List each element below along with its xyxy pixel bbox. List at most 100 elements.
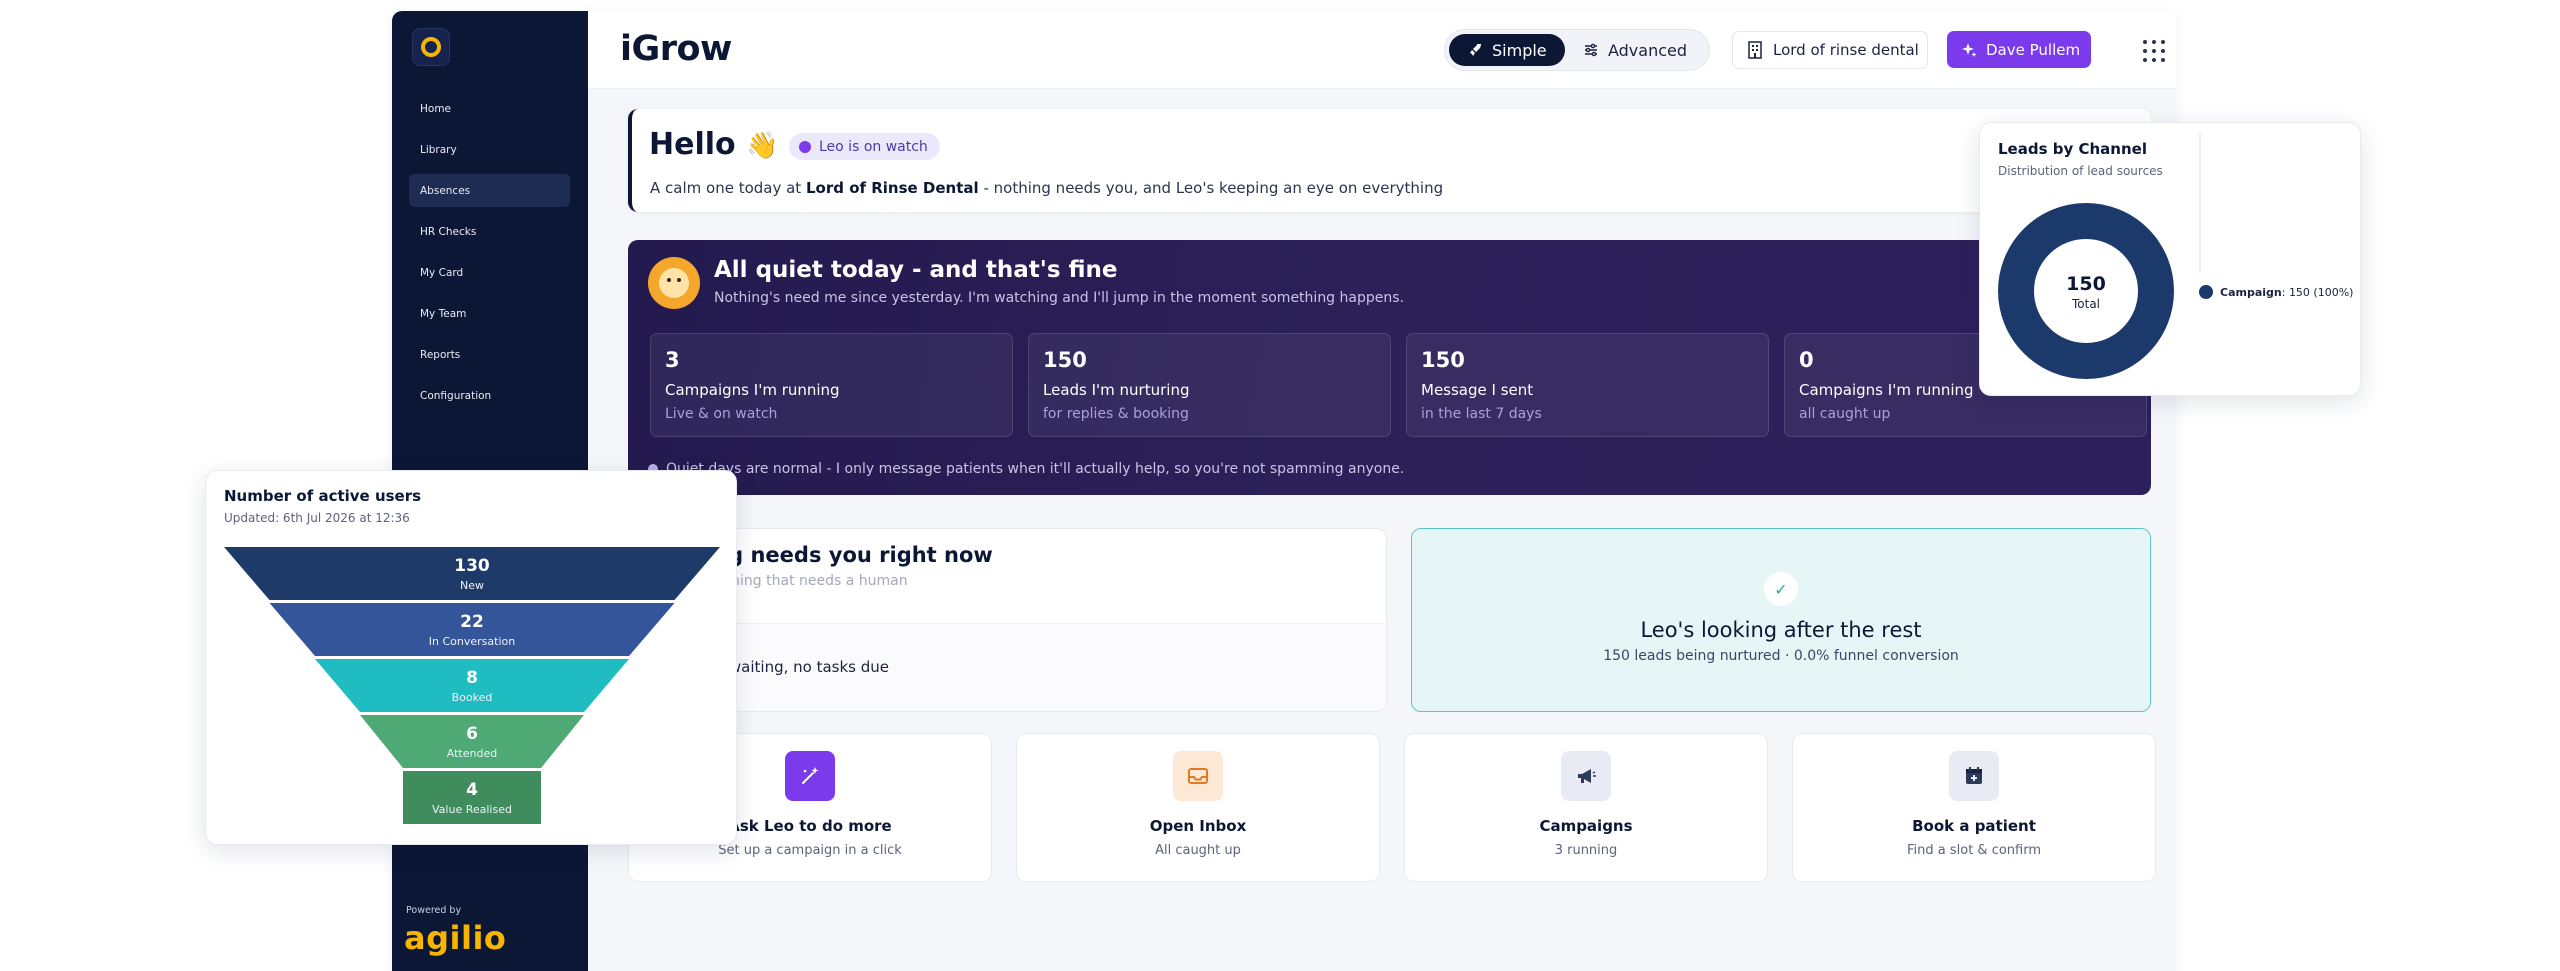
check-icon: ✓ [1764,572,1798,606]
powered-by-label: Powered by [406,905,462,916]
funnel-value-label: 8 [466,668,478,688]
mode-advanced-label: Advanced [1607,40,1687,60]
leo-subtitle: 150 leads being nurtured · 0.0% funnel c… [1603,648,1959,664]
active-users-funnel-card: Number of active users Updated: 6th Jul … [205,470,737,845]
needs-header: Nothing needs you right now I'll flag an… [629,529,1386,623]
user-menu-button[interactable]: Dave Pullem [1947,31,2091,68]
sidebar-item-absences[interactable]: Absences [409,174,570,207]
status-banner: All quiet today - and that's fine Nothin… [628,240,2151,495]
app-title: iGrow [620,29,732,69]
top-bar: iGrow Simple Advanced Lord of rinse dent… [588,11,2176,89]
stat-note: Live & on watch [665,406,778,422]
donut-center-label: Total [2071,297,2100,311]
sidebar-nav: Home Library Absences HR Checks My Card … [409,92,570,420]
sidebar-item-configuration[interactable]: Configuration [409,379,570,412]
funnel-category-label: In Conversation [429,635,515,648]
logo-icon [421,37,441,57]
legend-value: 150 (100%) [2288,285,2354,299]
status-dot-icon [799,140,811,153]
action-subtitle: Find a slot & confirm [1906,843,2041,858]
inbox-icon [1173,751,1223,801]
stat-card: 150 Message I sent in the last 7 days [1406,333,1769,437]
stat-value: 150 [1043,348,1087,372]
legend-swatch [2199,285,2213,299]
action-title: Book a patient [1912,817,2036,835]
funnel-chart: 130 New 22 In Conversation 8 Booked 6 Attended 4… [224,547,720,824]
greeting-card: Hello 👋 Leo is on watch A calm one today… [628,109,2151,212]
book-patient-button[interactable]: Book a patient Find a slot & confirm [1792,733,2156,882]
stat-note: for replies & booking [1043,406,1189,422]
stat-value: 150 [1421,348,1465,372]
stats-row: 3 Campaigns I'm running Live & on watch … [650,333,2147,437]
app-logo[interactable] [412,28,450,66]
quick-actions: Ask Leo to do more Set up a campaign in … [628,733,2156,882]
mode-advanced-button[interactable]: Advanced [1565,34,1705,66]
funnel-value-label: 22 [460,612,484,632]
leo-title: Leo's looking after the rest [1640,618,1922,642]
funnel-category-label: Booked [452,691,493,704]
open-inbox-button[interactable]: Open Inbox All caught up [1016,733,1380,882]
stat-value: 3 [665,348,680,372]
donut-center-value: 150 [2066,273,2106,295]
banner-footer-text: Quiet days are normal - I only message p… [666,461,1405,477]
funnel-value-label: 6 [466,724,478,744]
funnel-category-label: New [460,579,484,592]
needs-title: Nothing needs you right now [649,543,993,567]
funnel-value-label: 130 [454,556,490,576]
sidebar-item-my-team[interactable]: My Team [409,297,570,330]
mode-simple-button[interactable]: Simple [1449,34,1565,66]
sidebar-item-library[interactable]: Library [409,133,570,166]
magic-wand-icon [785,751,835,801]
action-subtitle: All caught up [1155,843,1241,858]
status-badge-label: Leo is on watch [819,138,928,155]
greeting-message-prefix: A calm one today at [650,179,802,197]
mode-simple-label: Simple [1492,40,1547,60]
needs-body: No replies waiting, no tasks due [629,623,1386,711]
apps-grid-icon[interactable] [2143,40,2165,62]
leads-by-channel-card: Leads by Channel Distribution of lead so… [1979,122,2361,396]
stat-note: all caught up [1799,406,1891,422]
action-subtitle: 3 running [1554,843,1618,858]
sidebar-item-reports[interactable]: Reports [409,338,570,371]
greeting-text: Hello [649,127,736,162]
funnel-category-label: Value Realised [432,803,512,816]
funnel-category-label: Attended [447,747,497,760]
calendar-plus-icon [1949,751,1999,801]
brand-logo: agilio [404,919,507,957]
needs-card: Nothing needs you right now I'll flag an… [628,528,1387,712]
sidebar-item-hr-checks[interactable]: HR Checks [409,215,570,248]
clinic-selector-button[interactable]: Lord of rinse dental [1732,31,1928,69]
lion-avatar-icon [648,257,700,309]
banner-footer: Quiet days are normal - I only message p… [648,461,1404,477]
sparkle-icon [1962,42,1977,57]
stat-card: 3 Campaigns I'm running Live & on watch [650,333,1013,437]
stat-label: Campaigns I'm running [665,381,840,399]
sliders-icon [1584,43,1597,57]
status-badge: Leo is on watch [789,133,940,160]
needs-subtitle: I'll flag anything that needs a human [649,573,908,589]
chart-title: Leads by Channel [1998,140,2147,158]
action-title: Open Inbox [1149,817,1247,835]
chart-legend: Campaign: 150 (100%) [2199,285,2353,299]
greeting-message-suffix: - nothing needs you, and Leo's keeping a… [983,179,1444,197]
banner-subtitle: Nothing's need me since yesterday. I'm w… [714,290,1404,306]
clinic-name: Lord of rinse dental [1773,41,1919,59]
sidebar-item-my-card[interactable]: My Card [409,256,570,289]
wave-icon: 👋 [746,131,779,161]
greeting-clinic-name: Lord of Rinse Dental [805,179,979,197]
stat-label: Leads I'm nurturing [1043,381,1190,399]
banner-title: All quiet today - and that's fine [714,257,1118,283]
donut-chart: 150 Total [1998,203,2174,379]
stat-note: in the last 7 days [1421,406,1542,422]
chart-subtitle: Distribution of lead sources [1998,164,2163,178]
funnel-value-label: 4 [466,780,478,800]
campaigns-button[interactable]: Campaigns 3 running [1404,733,1768,882]
sidebar-item-home[interactable]: Home [409,92,570,125]
mode-toggle: Simple Advanced [1444,29,1710,71]
greeting-title: Hello 👋 [649,127,778,162]
leo-status-card: ✓ Leo's looking after the rest 150 leads… [1411,528,2151,712]
building-icon [1748,41,1762,59]
megaphone-icon [1561,751,1611,801]
stat-card: 150 Leads I'm nurturing for replies & bo… [1028,333,1391,437]
action-title: Campaigns [1539,817,1633,835]
